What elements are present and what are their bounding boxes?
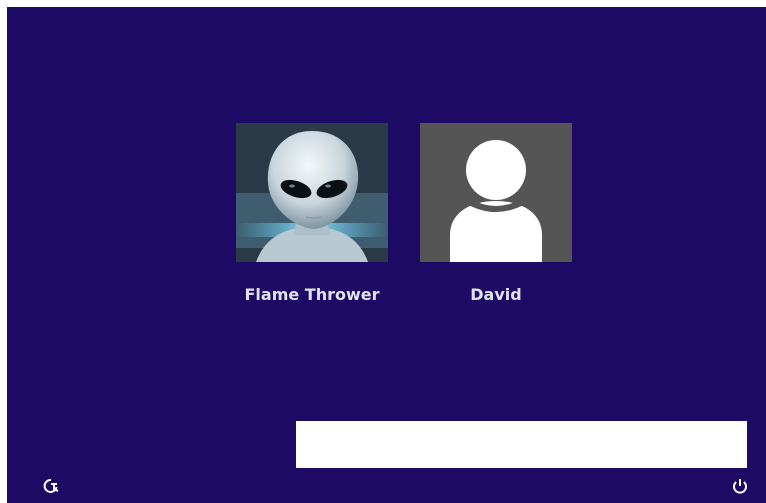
user-tile-david[interactable] (420, 123, 572, 262)
user-name-david[interactable]: David (420, 285, 572, 304)
alien-avatar-icon (236, 123, 388, 262)
user-name-flame-thrower[interactable]: Flame Thrower (231, 285, 393, 304)
white-panel (296, 421, 747, 468)
ease-of-access-icon[interactable] (43, 477, 61, 495)
default-user-icon (420, 123, 572, 262)
login-screen: Flame Thrower David (7, 7, 766, 503)
power-icon[interactable] (731, 477, 749, 495)
user-tile-flame-thrower[interactable] (236, 123, 388, 262)
